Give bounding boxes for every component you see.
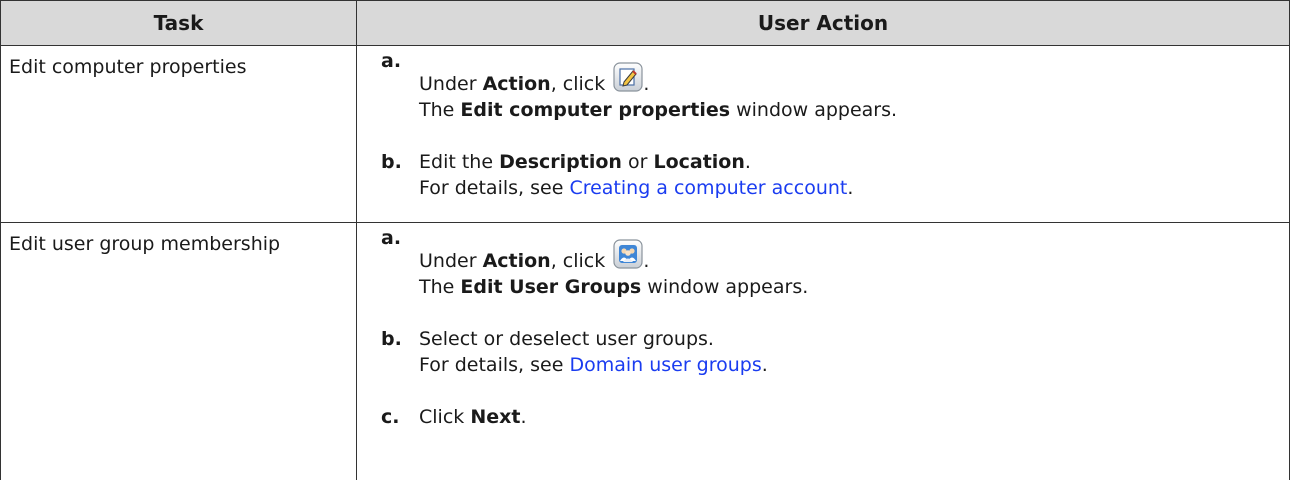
step-b: b. Edit the Description or Location. For…: [381, 149, 1289, 201]
domain-user-groups-link[interactable]: Domain user groups: [569, 354, 761, 376]
table-row: Edit user group membership a. Under Acti…: [0, 222, 1290, 480]
step-marker: b.: [381, 328, 402, 350]
step-marker: b.: [381, 151, 402, 173]
step-details-line: For details, see Domain user groups.: [419, 354, 768, 376]
step-line: Under Action, click .: [419, 227, 1289, 274]
step-result-line: The Edit computer properties window appe…: [419, 99, 898, 121]
step-c: c. Click Next.: [381, 404, 1289, 430]
step-details-line: For details, see Creating a computer acc…: [419, 177, 854, 199]
header-row: Task User Action: [0, 0, 1290, 46]
task-cell: Edit computer properties: [0, 45, 357, 223]
step-marker: c.: [381, 406, 400, 428]
step-a: a. Under Action, click: [381, 227, 1289, 300]
task-action-table: Task User Action Edit computer propertie…: [0, 0, 1290, 480]
action-cell: a. Under Action, click: [356, 45, 1290, 223]
step-result-line: The Edit User Groups window appears.: [419, 276, 809, 298]
step-line: Under Action, click .: [419, 50, 1289, 97]
header-user-action: User Action: [356, 0, 1290, 46]
step-line: Edit the Description or Location.: [419, 151, 751, 173]
table-row: Edit computer properties a. Under Action…: [0, 45, 1290, 223]
action-cell: a. Under Action, click: [356, 222, 1290, 480]
step-b: b. Select or deselect user groups. For d…: [381, 326, 1289, 378]
action-label: Action: [482, 73, 551, 95]
header-task: Task: [0, 0, 357, 46]
edit-pencil-icon[interactable]: [613, 62, 643, 92]
user-group-icon[interactable]: [613, 239, 643, 269]
step-line: Select or deselect user groups.: [419, 328, 714, 350]
step-marker: a.: [381, 50, 402, 72]
step-a: a. Under Action, click: [381, 50, 1289, 123]
creating-computer-account-link[interactable]: Creating a computer account: [569, 177, 847, 199]
action-label: Action: [482, 250, 551, 272]
step-line: Click Next.: [419, 406, 527, 428]
step-marker: a.: [381, 227, 402, 249]
task-cell: Edit user group membership: [0, 222, 357, 480]
